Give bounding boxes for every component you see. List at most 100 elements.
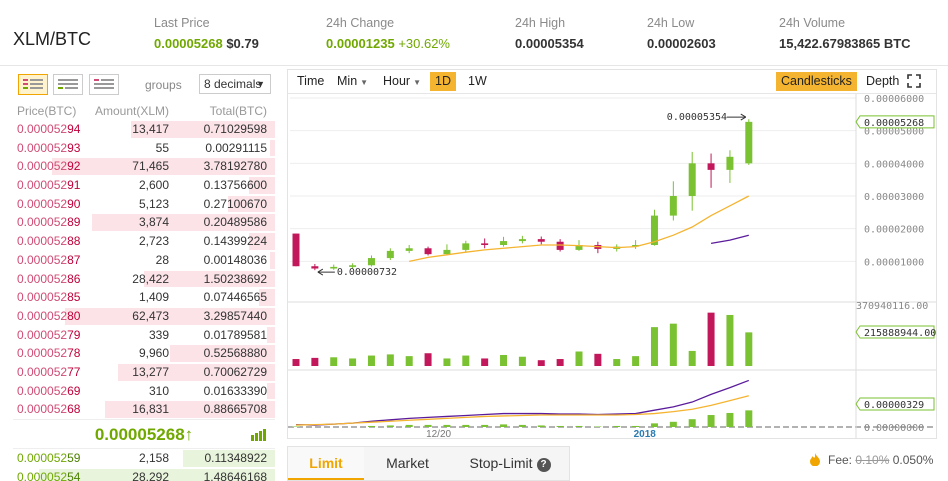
col-total: Total(BTC) — [209, 104, 267, 118]
last-price-stat: Last Price 0.00005268 $0.79 — [154, 16, 259, 51]
row-total: 0.20489586 — [203, 215, 267, 230]
fee-old: 0.10% — [855, 453, 890, 467]
row-price-tail: 90 — [67, 196, 81, 211]
volume-bar — [594, 353, 602, 366]
tab-stop-limit-label: Stop-Limit — [469, 455, 533, 471]
ask-row[interactable]: 0.00005286 28,422 1.50238692 — [13, 270, 275, 289]
row-price-head: 0.000052 — [17, 234, 68, 249]
volume-bar — [500, 354, 508, 366]
view-bids-button[interactable] — [53, 74, 83, 95]
volume-bar — [386, 354, 394, 366]
row-price: 0.00005286 — [13, 270, 91, 289]
row-price-head: 0.000052 — [17, 140, 68, 155]
volume-bar — [537, 360, 545, 366]
view-asks-button[interactable] — [89, 74, 119, 95]
volume-max-tick: 370940116.00 — [856, 301, 928, 312]
ask-row[interactable]: 0.00005288 2,723 0.14399224 — [13, 232, 275, 251]
row-price-tail: 94 — [67, 122, 81, 136]
volume-bar — [726, 314, 734, 366]
help-icon[interactable]: ? — [536, 458, 551, 472]
ask-row[interactable]: 0.00005291 2,600 0.13756600 — [13, 176, 275, 195]
ask-row[interactable]: 0.00005279 339 0.01789581 — [13, 326, 275, 345]
macd-histogram-bar — [443, 424, 451, 427]
row-price: 0.00005291 — [13, 176, 91, 195]
volume-bar — [462, 355, 470, 366]
macd-layer — [292, 379, 753, 427]
row-price-head: 0.000052 — [17, 346, 68, 361]
ask-row[interactable]: 0.00005268 16,831 0.88665708 — [13, 400, 275, 419]
hour-dropdown[interactable]: Hour ▼ — [378, 72, 426, 91]
decimals-select[interactable]: 8 decimals ▼ — [199, 74, 271, 94]
chart-canvas[interactable]: 0.000060000.000050000.000040000.00003000… — [288, 94, 936, 438]
row-amount: 71,465 — [132, 159, 169, 174]
row-price-head: 0.000052 — [17, 469, 68, 481]
ask-depth-bar — [269, 251, 275, 269]
macd-tag: 0.00000329 — [864, 400, 924, 411]
time-button[interactable]: Time — [292, 72, 329, 91]
ask-row[interactable]: 0.00005292 71,465 3.78192780 — [13, 157, 275, 176]
candle-body — [707, 163, 715, 170]
chart-grid — [288, 97, 936, 428]
current-price-tag: 0.00005268 — [864, 118, 924, 129]
low-stat: 24h Low 0.00002603 — [647, 16, 716, 51]
min-dropdown[interactable]: Min ▼ — [332, 72, 373, 91]
candlesticks-button[interactable]: Candlesticks — [776, 72, 857, 91]
min-label: Min — [337, 74, 358, 88]
tab-limit[interactable]: Limit — [288, 447, 364, 480]
low-value: 0.00002603 — [647, 36, 716, 51]
candle-body — [726, 156, 734, 170]
macd-zero-tick: 0.00000000 — [864, 423, 924, 434]
row-total: 1.48646168 — [203, 469, 267, 481]
row-price-tail: 88 — [67, 234, 81, 249]
tab-stop-limit[interactable]: Stop-Limit? — [451, 447, 569, 480]
book-last-price: 0.00005268 — [94, 425, 185, 444]
ask-row[interactable]: 0.00005289 3,874 0.20489586 — [13, 213, 275, 232]
row-price: 0.00005278 — [13, 344, 91, 363]
volume-bar — [556, 359, 564, 366]
interval-1d-button[interactable]: 1D — [430, 72, 456, 91]
volume-bar — [330, 357, 338, 366]
row-price: 0.00005292 — [13, 157, 91, 176]
ask-row[interactable]: 0.00005285 1,409 0.07446565 — [13, 288, 275, 307]
bid-row[interactable]: 0.00005254 28,292 1.48646168 — [13, 468, 275, 481]
depth-button[interactable]: Depth — [861, 72, 904, 91]
row-price: 0.00005293 — [13, 139, 91, 158]
view-both-button[interactable] — [18, 74, 48, 95]
ask-row[interactable]: 0.00005290 5,123 0.27100670 — [13, 195, 275, 214]
ask-row[interactable]: 0.00005277 13,277 0.70062729 — [13, 363, 275, 382]
ask-row[interactable]: 0.00005280 62,473 3.29857440 — [13, 307, 275, 326]
row-total: 3.78192780 — [203, 159, 267, 174]
row-price: 0.00005285 — [13, 288, 91, 307]
fullscreen-button[interactable] — [902, 72, 926, 91]
change-pct: +30.62% — [398, 36, 450, 51]
ask-row[interactable]: 0.00005294 13,417 0.71029598 — [13, 120, 275, 139]
row-amount: 2,723 — [138, 234, 169, 249]
tab-market[interactable]: Market — [364, 447, 451, 480]
row-price-tail: 68 — [67, 402, 81, 417]
fee-new: 0.050% — [892, 453, 934, 467]
macd-histogram-bar — [594, 426, 602, 427]
row-amount: 3,874 — [138, 215, 169, 230]
ask-row[interactable]: 0.00005293 55 0.00291115 — [13, 139, 275, 158]
row-amount: 5,123 — [138, 196, 169, 211]
volume-bar — [650, 327, 658, 366]
row-total: 0.71029598 — [203, 122, 267, 136]
last-price-label: Last Price — [154, 16, 210, 30]
ma-slow-line — [710, 234, 749, 245]
row-total: 0.70062729 — [203, 364, 267, 379]
up-arrow-icon: ↑ — [184, 425, 194, 444]
interval-1w-button[interactable]: 1W — [463, 72, 492, 91]
candle-body — [405, 248, 413, 251]
bid-row[interactable]: 0.00005259 2,158 0.11348922 — [13, 449, 275, 468]
ask-row[interactable]: 0.00005287 28 0.00148036 — [13, 251, 275, 270]
row-price-tail: 85 — [67, 290, 81, 305]
col-price: Price(BTC) — [17, 104, 77, 118]
row-total: 0.27100670 — [203, 196, 267, 211]
ask-row[interactable]: 0.00005269 310 0.01633390 — [13, 382, 275, 401]
volume-bar — [518, 356, 526, 366]
order-book-header: Price(BTC) Amount(XLM) Total(BTC) — [13, 102, 275, 120]
low-label: 24h Low — [647, 16, 695, 30]
ask-row[interactable]: 0.00005278 9,960 0.52568880 — [13, 344, 275, 363]
row-price-tail: 92 — [67, 159, 81, 174]
volume-label: 24h Volume — [779, 16, 846, 30]
